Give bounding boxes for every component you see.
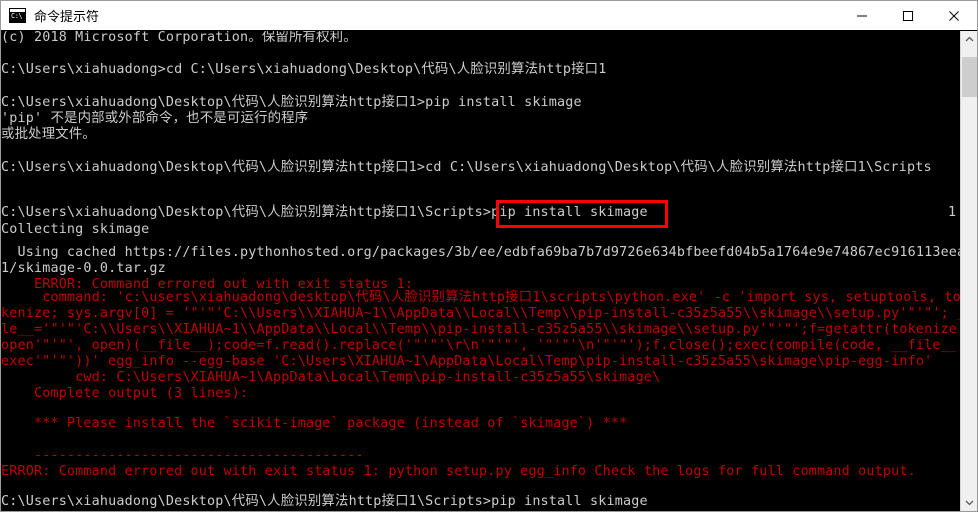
console-line: Complete output (3 lines): [1, 386, 249, 401]
console-line: *** Please install the `scikit-image` pa… [1, 416, 628, 431]
console-line: exec'"'"'))' egg_info --egg-base 'C:\Use… [1, 354, 933, 369]
title-bar[interactable]: C:\ 命令提示符 [1, 1, 977, 31]
console-line: command: 'c:\users\xiahuadong\desktop\代码… [1, 290, 960, 305]
scroll-up-arrow-icon[interactable] [961, 31, 977, 48]
console-line: C:\Users\xiahuadong>cd C:\Users\xiahuado… [1, 62, 607, 77]
console-icon-text: C:\ [11, 12, 23, 20]
console-line: C:\Users\xiahuadong\Desktop\代码\人脸识别算法htt… [1, 160, 932, 175]
console-line: 1/skimage-0.0.tar.gz [1, 261, 166, 276]
maximize-button[interactable] [885, 1, 931, 31]
console-line: 'pip' 不是内部或外部命令，也不是可运行的程序 [1, 111, 309, 126]
console-line: Collecting skimage [1, 222, 150, 237]
minimize-button[interactable] [839, 1, 885, 31]
window-title: 命令提示符 [34, 10, 100, 25]
console-line: C:\Users\xiahuadong\Desktop\代码\人脸识别算法htt… [1, 205, 648, 220]
close-button[interactable] [931, 1, 977, 31]
console-line: ---------------------------------------- [1, 448, 364, 463]
console-line: open'"'"', open)(__file__);code=f.read()… [1, 338, 960, 353]
console-area: (c) 2018 Microsoft Corporation。保留所有权利。 C:… [1, 31, 977, 511]
console-line: C:\Users\xiahuadong\Desktop\代码\人脸识别算法htt… [1, 494, 648, 509]
scroll-down-arrow-icon[interactable] [961, 494, 977, 511]
console-line: ERROR: Command errored out with exit sta… [1, 464, 916, 479]
console-line: 或批处理文件。 [1, 127, 96, 142]
console-line: kenize; sys.argv[0] = '"'"'C:\\Users\\XI… [1, 306, 960, 321]
window-controls [839, 1, 977, 31]
console-line: (c) 2018 Microsoft Corporation。保留所有权利。 [1, 31, 357, 45]
console-line: cwd: C:\Users\XIAHUA~1\AppData\Local\Tem… [1, 370, 661, 385]
console-right-marker: 1 [947, 205, 956, 220]
scrollbar-thumb[interactable] [962, 56, 977, 98]
console-line: le__='"'"'C:\\Users\\XIAHUA~1\\AppData\\… [1, 322, 960, 337]
console-line: C:\Users\xiahuadong\Desktop\代码\人脸识别算法htt… [1, 95, 582, 110]
vertical-scrollbar[interactable] [960, 31, 977, 511]
console-icon: C:\ [9, 8, 26, 23]
console-output[interactable]: (c) 2018 Microsoft Corporation。保留所有权利。 C:… [1, 31, 960, 511]
command-prompt-window: C:\ 命令提示符 (c) 2018 Microsoft Corporation… [0, 0, 978, 512]
console-line: Using cached https://files.pythonhosted.… [1, 245, 960, 260]
